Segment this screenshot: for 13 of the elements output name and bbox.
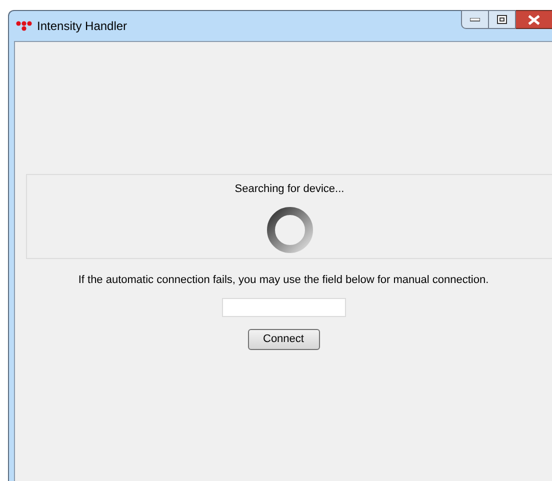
maximize-icon	[497, 15, 507, 24]
app-logo-icon	[16, 21, 32, 31]
connect-button[interactable]: Connect	[248, 328, 320, 350]
window-title: Intensity Handler	[37, 18, 128, 35]
status-text: Searching for device...	[234, 182, 344, 197]
close-button[interactable]	[516, 10, 552, 29]
close-icon	[528, 14, 540, 24]
loading-spinner-icon	[266, 206, 314, 254]
minimize-icon	[470, 18, 480, 22]
maximize-button[interactable]	[489, 10, 516, 29]
instruction-text: If the automatic connection fails, you may use the field below for manual connection.	[78, 273, 489, 288]
connection-input-field[interactable]	[222, 298, 346, 316]
minimize-button[interactable]	[461, 10, 489, 29]
